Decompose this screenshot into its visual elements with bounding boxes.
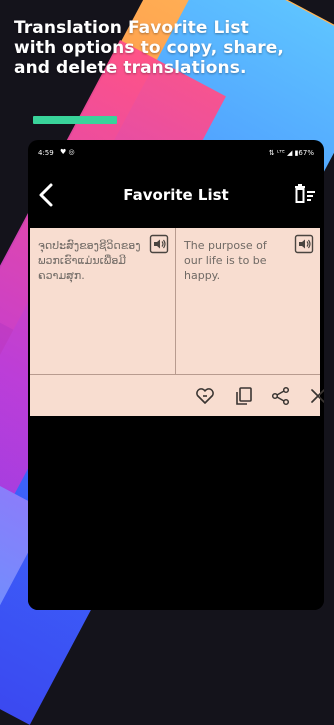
favorite-remove-icon[interactable] bbox=[194, 385, 216, 407]
source-text: ຈຸດປະສົງຂອງຊີວິດຂອງພວກເຮົາແມ່ນເພື່ອມີຄວາ… bbox=[38, 239, 141, 282]
speaker-icon[interactable] bbox=[149, 234, 169, 254]
speaker-icon[interactable] bbox=[294, 234, 314, 254]
status-notification-icons: ♥ ◎ bbox=[60, 148, 75, 156]
accent-bar bbox=[33, 116, 117, 124]
promo-headline: Translation Favorite List with options t… bbox=[14, 18, 324, 78]
translation-column: The purpose of our life is to be happy. bbox=[176, 228, 320, 374]
headline-line-3: and delete translations. bbox=[14, 58, 247, 78]
copy-icon[interactable] bbox=[233, 385, 255, 407]
phone-screen: 4:59 ♥ ◎ ⇅ ᴸᵀᴱ ◢ ▮67% Favorite List ຈຸດປ… bbox=[28, 140, 324, 610]
empty-list-area bbox=[28, 416, 324, 610]
headline-line-1: Translation Favorite List bbox=[14, 18, 249, 38]
status-bar: 4:59 ♥ ◎ ⇅ ᴸᵀᴱ ◢ ▮67% bbox=[28, 140, 324, 166]
close-icon[interactable] bbox=[307, 385, 324, 407]
headline-line-2: with options to copy, share, bbox=[14, 38, 284, 58]
favorite-card: ຈຸດປະສົງຂອງຊີວິດຂອງພວກເຮົາແມ່ນເພື່ອມີຄວາ… bbox=[30, 228, 324, 416]
status-system-icons: ⇅ ᴸᵀᴱ ◢ ▮67% bbox=[268, 149, 314, 157]
card-actions bbox=[30, 375, 324, 416]
app-bar: Favorite List bbox=[28, 170, 324, 222]
share-icon[interactable] bbox=[270, 385, 292, 407]
source-column: ຈຸດປະສົງຂອງຊີວິດຂອງພວກເຮົາແມ່ນເພື່ອມີຄວາ… bbox=[30, 228, 175, 374]
translated-text: The purpose of our life is to be happy. bbox=[184, 239, 267, 282]
page-title: Favorite List bbox=[123, 186, 229, 204]
delete-all-icon[interactable] bbox=[292, 182, 318, 208]
status-time: 4:59 bbox=[38, 149, 54, 157]
